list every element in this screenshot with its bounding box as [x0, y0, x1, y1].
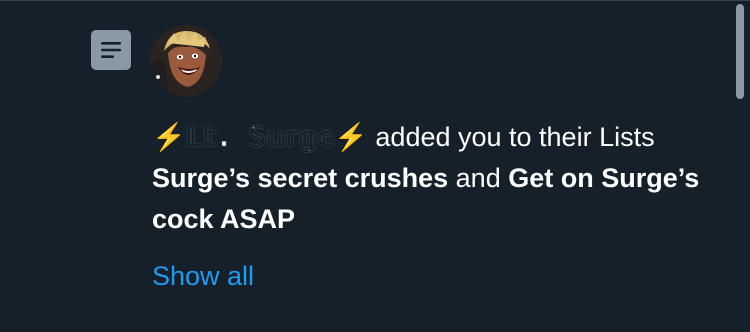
lightning-icon: ⚡ [152, 122, 186, 152]
scrollbar[interactable] [736, 1, 744, 332]
actor-name-link[interactable]: 𝕃𝕥. 𝕊𝕦𝕣𝕘𝕖 [185, 122, 334, 154]
lightning-icon: ⚡ [334, 122, 368, 152]
scrollbar-thumb[interactable] [736, 4, 744, 99]
user-avatar[interactable] [150, 25, 222, 97]
notification-panel: ⚡𝕃𝕥. 𝕊𝕦𝕣𝕘𝕖⚡ added you to their Lists Sur… [0, 0, 750, 332]
list-name-1[interactable]: Surge’s secret crushes [152, 163, 448, 193]
show-all-link[interactable]: Show all [152, 261, 254, 292]
conjunction-text: and [448, 163, 509, 193]
action-text: added you to their Lists [367, 122, 655, 152]
list-notification[interactable]: ⚡𝕃𝕥. 𝕊𝕦𝕣𝕘𝕖⚡ added you to their Lists Sur… [0, 1, 732, 332]
list-icon [91, 30, 131, 70]
notification-message: ⚡𝕃𝕥. 𝕊𝕦𝕣𝕘𝕖⚡ added you to their Lists Sur… [152, 117, 712, 240]
